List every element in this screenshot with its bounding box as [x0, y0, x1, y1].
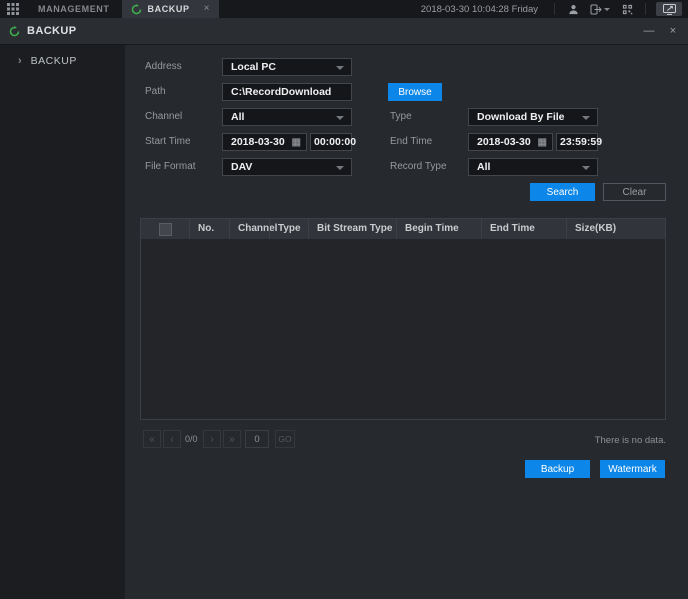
file-format-label: File Format [145, 158, 196, 176]
end-time-label: End Time [390, 133, 432, 151]
chevron-down-icon [582, 166, 590, 170]
file-format-value: DAV [231, 161, 252, 173]
chevron-down-icon [336, 116, 344, 120]
record-type-dropdown[interactable]: All [468, 158, 598, 176]
watermark-button[interactable]: Watermark [600, 460, 665, 478]
chevron-down-icon [336, 166, 344, 170]
page-number-input[interactable] [245, 430, 269, 448]
sidebar-item-backup[interactable]: › BACKUP [0, 50, 125, 72]
end-time-value: 23:59:59 [560, 136, 602, 148]
backup-app-window: MANAGEMENT BACKUP × 2018-03-30 10:04:28 … [0, 0, 688, 599]
topbar-divider [554, 3, 555, 15]
logout-caret-icon [604, 8, 610, 11]
logout-icon [590, 4, 602, 15]
logout-button[interactable] [585, 0, 615, 18]
apps-grid-button[interactable] [0, 0, 26, 18]
address-dropdown[interactable]: Local PC [222, 58, 352, 76]
tab-management[interactable]: MANAGEMENT [26, 0, 122, 18]
end-date-value: 2018-03-30 [477, 136, 531, 148]
clear-button[interactable]: Clear [603, 183, 666, 201]
col-begin-time: Begin Time [396, 219, 481, 239]
select-all-cell [141, 219, 189, 239]
user-button[interactable] [561, 0, 585, 18]
first-page-button[interactable]: « [143, 430, 161, 448]
channel-value: All [231, 111, 244, 123]
calendar-icon[interactable]: ▦ [538, 136, 547, 150]
chevron-down-icon [582, 116, 590, 120]
col-end-time: End Time [481, 219, 566, 239]
live-view-button[interactable] [656, 2, 682, 16]
start-date-value: 2018-03-30 [231, 136, 285, 148]
file-format-dropdown[interactable]: DAV [222, 158, 352, 176]
calendar-icon[interactable]: ▦ [292, 136, 301, 150]
results-table: No. Channel Type Bit Stream Type Begin T… [140, 218, 666, 420]
select-all-checkbox[interactable] [159, 223, 172, 236]
user-icon [568, 4, 579, 15]
col-bit-stream-type: Bit Stream Type [308, 219, 396, 239]
system-datetime: 2018-03-30 10:04:28 Friday [421, 4, 538, 15]
backup-button[interactable]: Backup [525, 460, 590, 478]
main-content: Address Local PC Path Browse Channel All… [125, 45, 688, 599]
topbar-right: 2018-03-30 10:04:28 Friday [421, 0, 688, 18]
minimize-icon[interactable]: — [642, 26, 656, 37]
channel-label: Channel [145, 108, 182, 126]
address-label: Address [145, 58, 182, 76]
backup-window-icon [9, 26, 20, 37]
qr-code-button[interactable] [615, 0, 639, 18]
backup-button-label: Backup [541, 464, 574, 475]
topbar-divider [645, 3, 646, 15]
prev-page-button[interactable]: ‹ [163, 430, 181, 448]
tab-close-icon[interactable]: × [204, 4, 210, 14]
type-value: Download By File [477, 111, 565, 123]
sidebar-item-label: BACKUP [31, 55, 77, 67]
start-time-field[interactable]: 00:00:00 [310, 133, 352, 151]
backup-tab-icon [131, 4, 142, 15]
search-button-label: Search [547, 187, 579, 198]
tab-management-label: MANAGEMENT [38, 4, 110, 14]
qr-code-icon [622, 4, 633, 15]
go-button[interactable]: GO [275, 430, 295, 448]
path-input[interactable] [222, 83, 352, 101]
type-dropdown[interactable]: Download By File [468, 108, 598, 126]
topbar: MANAGEMENT BACKUP × 2018-03-30 10:04:28 … [0, 0, 688, 18]
col-type: Type [269, 219, 308, 239]
last-page-button[interactable]: » [223, 430, 241, 448]
col-size-kb: Size(KB) [566, 219, 665, 239]
col-no: No. [189, 219, 229, 239]
record-type-value: All [477, 161, 490, 173]
apps-grid-icon [7, 3, 19, 15]
close-icon[interactable]: × [666, 26, 680, 37]
watermark-button-label: Watermark [608, 464, 657, 475]
tab-backup[interactable]: BACKUP × [122, 0, 220, 18]
chevron-right-icon: › [18, 55, 22, 67]
record-type-label: Record Type [390, 158, 447, 176]
end-time-field[interactable]: 23:59:59 [556, 133, 598, 151]
end-date-field[interactable]: 2018-03-30 ▦ [468, 133, 553, 151]
start-time-label: Start Time [145, 133, 191, 151]
clear-button-label: Clear [623, 187, 647, 198]
start-time-value: 00:00:00 [314, 136, 356, 148]
page-indicator: 0/0 [185, 430, 198, 448]
empty-message: There is no data. [595, 435, 666, 446]
tab-backup-label: BACKUP [148, 4, 190, 14]
browse-button[interactable]: Browse [388, 83, 442, 101]
address-value: Local PC [231, 61, 276, 73]
start-date-field[interactable]: 2018-03-30 ▦ [222, 133, 307, 151]
chevron-down-icon [336, 66, 344, 70]
channel-dropdown[interactable]: All [222, 108, 352, 126]
monitor-icon [663, 4, 676, 15]
page-title: BACKUP [27, 25, 76, 37]
table-header: No. Channel Type Bit Stream Type Begin T… [141, 219, 665, 239]
window-titlebar: BACKUP — × [0, 18, 688, 45]
sidebar: › BACKUP [0, 45, 125, 599]
next-page-button[interactable]: › [203, 430, 221, 448]
search-button[interactable]: Search [530, 183, 595, 201]
col-channel: Channel [229, 219, 269, 239]
browse-button-label: Browse [398, 87, 431, 98]
path-label: Path [145, 83, 166, 101]
type-label: Type [390, 108, 412, 126]
